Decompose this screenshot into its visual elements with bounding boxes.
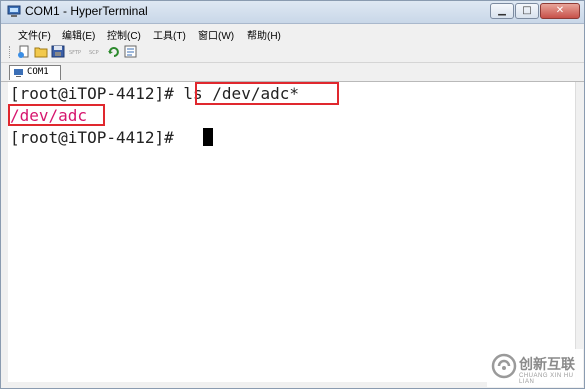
output-highlight-box [8, 104, 105, 126]
menu-edit[interactable]: 编辑(E) [62, 27, 95, 42]
save-icon[interactable] [51, 45, 65, 58]
menu-file[interactable]: 文件(F) [18, 27, 51, 42]
brand-logo-icon [491, 353, 517, 379]
hyperterminal-window: COM1 - HyperTerminal ▁ □ ✕ 文件(F) 编辑(E) 控… [0, 0, 585, 389]
terminal-line-3: [root@iTOP-4412]# [10, 128, 183, 147]
minimize-button[interactable]: ▁ [490, 3, 514, 19]
menu-control[interactable]: 控制(C) [107, 27, 141, 42]
command-highlight-box [195, 82, 339, 105]
properties-icon[interactable] [124, 45, 138, 58]
vertical-scrollbar[interactable] [575, 82, 584, 382]
scp-icon[interactable]: SCP [88, 45, 104, 58]
open-icon[interactable] [34, 45, 48, 58]
new-icon[interactable] [17, 45, 31, 58]
tab-label: COM1 [27, 67, 49, 77]
reconnect-icon[interactable] [107, 45, 121, 58]
menu-window[interactable]: 窗口(W) [198, 27, 234, 42]
sftp-icon[interactable]: SFTP [69, 45, 85, 58]
maximize-button[interactable]: □ [515, 3, 539, 19]
scp-label: SCP [89, 50, 99, 56]
terminal-output-area[interactable]: [root@iTOP-4412]# ls /dev/adc* /dev/adc … [8, 82, 576, 382]
menu-help[interactable]: 帮助(H) [247, 27, 281, 42]
session-tab-strip: COM1 [1, 63, 584, 82]
menu-tools[interactable]: 工具(T) [153, 27, 186, 42]
shell-prompt: [root@iTOP-4412]# [10, 128, 184, 147]
hyperterminal-app-icon [7, 5, 21, 17]
serial-port-icon [14, 69, 23, 77]
menu-bar: 文件(F) 编辑(E) 控制(C) 工具(T) 窗口(W) 帮助(H) [1, 24, 584, 42]
watermark-english-text: CHUANG XIN HU LIAN [519, 373, 574, 385]
title-bar[interactable]: COM1 - HyperTerminal ▁ □ ✕ [1, 1, 584, 24]
toolbar: SFTP SCP [1, 42, 584, 63]
sftp-label: SFTP [69, 50, 81, 56]
window-title: COM1 - HyperTerminal [25, 4, 148, 18]
toolbar-grip[interactable] [9, 46, 12, 58]
watermark-logo: 创新互联 CHUANG XIN HU LIAN [487, 349, 583, 387]
text-cursor [203, 128, 213, 146]
tab-com1[interactable]: COM1 [9, 65, 61, 80]
watermark-chinese-text: 创新互联 [519, 357, 575, 373]
shell-prompt: [root@iTOP-4412]# [10, 84, 184, 103]
close-button[interactable]: ✕ [540, 3, 580, 19]
